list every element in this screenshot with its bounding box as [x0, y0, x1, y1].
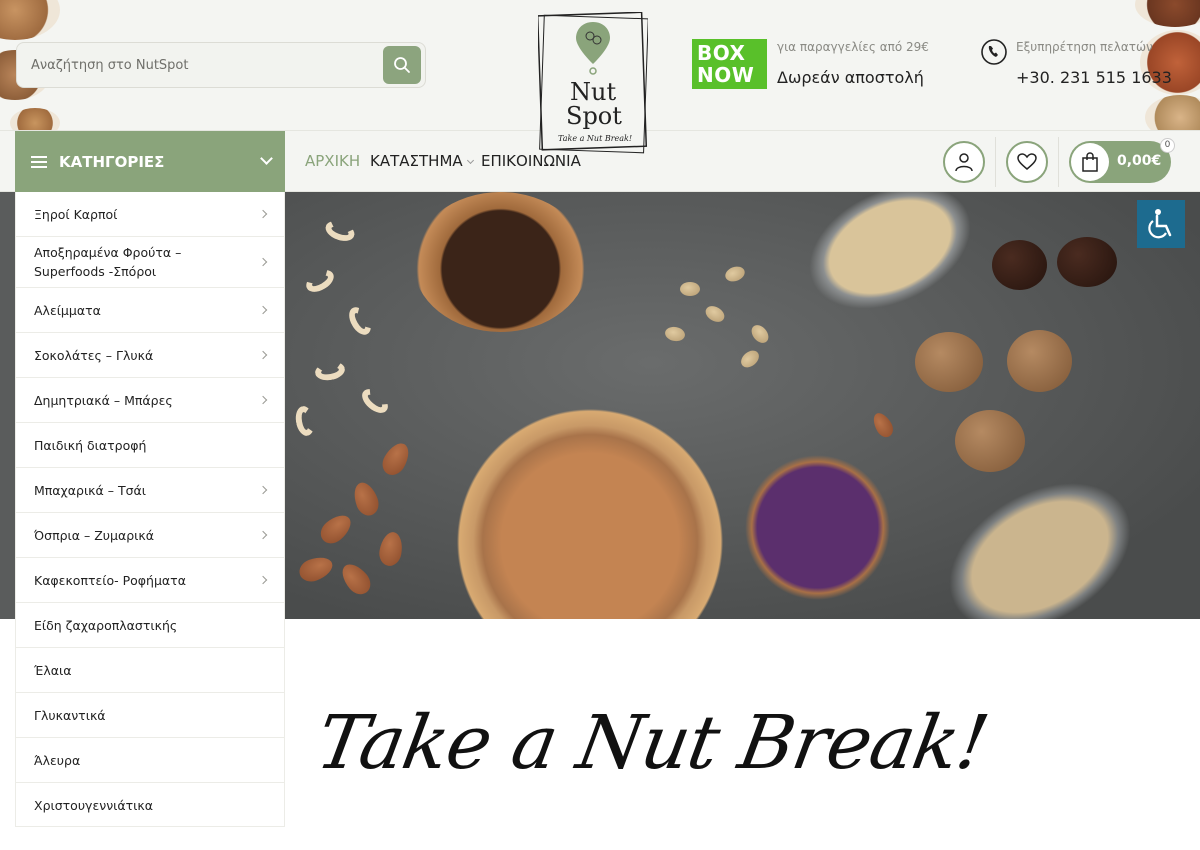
decor-nuts-right — [1135, 0, 1200, 27]
logo-tagline: Take a Nut Break! — [558, 134, 633, 143]
category-label: Αποξηραμένα Φρούτα – Superfoods -Σπόροι — [34, 245, 182, 279]
search-icon — [394, 57, 410, 73]
category-label: Αλείμματα — [34, 302, 101, 318]
decor-nuts-left — [0, 0, 60, 40]
category-label: Σοκολάτες – Γλυκά — [34, 347, 154, 363]
accessibility-button[interactable] — [1137, 200, 1185, 248]
support-phone[interactable]: +30. 231 515 1633 — [1016, 68, 1172, 87]
purple-nuts-bowl — [740, 450, 895, 605]
category-label: Είδη ζαχαροπλαστικής — [34, 617, 178, 633]
category-item[interactable]: Αλείμματα — [16, 288, 284, 333]
chevron-down-icon — [466, 156, 474, 165]
category-label: Δημητριακά – Μπάρες — [34, 392, 173, 408]
walnut — [955, 410, 1025, 472]
category-item[interactable]: Χριστουγεννιάτικα — [16, 783, 284, 828]
chocolate — [992, 240, 1047, 290]
cart-icon-wrap — [1071, 143, 1109, 181]
categories-label: ΚΑΤΗΓΟΡΙΕΣ — [59, 153, 165, 171]
chocolate — [1057, 237, 1117, 287]
category-item[interactable]: Γλυκαντικά — [16, 693, 284, 738]
category-item[interactable]: Όσπρια – Ζυμαρικά — [16, 513, 284, 558]
category-label: Καφεκοπτείο- Ροφήματα — [34, 572, 186, 588]
category-item[interactable]: Καφεκοπτείο- Ροφήματα — [16, 558, 284, 603]
category-item[interactable]: Παιδική διατροφή — [16, 423, 284, 468]
nav-shop-label: ΚΑΤΑΣΤΗΜΑ — [370, 152, 463, 170]
chevron-right-icon — [258, 395, 268, 405]
category-item[interactable]: Άλευρα — [16, 738, 284, 783]
boxnow-line2: NOW — [697, 63, 755, 87]
boxnow-logo: BOX NOW — [692, 39, 767, 89]
category-label: Παιδική διατροφή — [34, 437, 147, 453]
category-label: Όσπρια – Ζυμαρικά — [34, 527, 154, 543]
category-item[interactable]: Έλαια — [16, 648, 284, 693]
chevron-right-icon — [258, 575, 268, 585]
logo-line2: Spot — [566, 102, 622, 130]
walnut — [915, 332, 983, 392]
hero-left-strip — [0, 192, 16, 619]
category-item[interactable]: Μπαχαρικά – Τσάι — [16, 468, 284, 513]
accessibility-icon — [1148, 209, 1172, 239]
wishlist-button[interactable] — [1006, 141, 1048, 183]
shipping-note: για παραγγελίες από 29€ — [777, 40, 929, 54]
pistachio — [680, 282, 700, 296]
coffee-bowl — [413, 192, 588, 332]
shipping-title: Δωρεάν αποστολή — [777, 68, 924, 87]
category-item[interactable]: Δημητριακά – Μπάρες — [16, 378, 284, 423]
categories-toggle[interactable]: ΚΑΤΗΓΟΡΙΕΣ — [15, 131, 285, 193]
category-item[interactable]: Ξηροί Καρποί — [16, 192, 284, 237]
search-input[interactable] — [31, 43, 381, 87]
nav-home[interactable]: ΑΡΧΙΚΗ — [305, 152, 360, 170]
walnut — [1007, 330, 1072, 392]
category-label: Γλυκαντικά — [34, 707, 106, 723]
page: BOX NOW για παραγγελίες από 29€ Δωρεάν α… — [0, 0, 1200, 850]
nav-home-label: ΑΡΧΙΚΗ — [305, 152, 361, 170]
user-icon — [955, 153, 973, 172]
decor-nuts-right-3 — [1145, 95, 1200, 130]
chevron-right-icon — [258, 209, 268, 219]
chevron-right-icon — [258, 530, 268, 540]
hero-slogan: Take a Nut Break! — [298, 690, 994, 840]
nav-shop[interactable]: ΚΑΤΑΣΤΗΜΑ — [370, 152, 474, 170]
categories-menu: Ξηροί Καρποί Αποξηραμένα Φρούτα – Superf… — [15, 192, 285, 827]
hero-banner — [285, 192, 1200, 619]
category-label: Άλευρα — [34, 752, 81, 768]
category-item[interactable]: Αποξηραμένα Φρούτα – Superfoods -Σπόροι — [16, 237, 284, 288]
divider — [995, 137, 996, 187]
chevron-right-icon — [258, 305, 268, 315]
chevron-right-icon — [258, 485, 268, 495]
category-label: Ξηροί Καρποί — [34, 206, 118, 222]
category-label: Χριστουγεννιάτικα — [34, 798, 154, 813]
category-label: Μπαχαρικά – Τσάι — [34, 482, 147, 498]
search-box — [16, 42, 426, 88]
decor-nuts-left-3 — [10, 108, 60, 130]
account-button[interactable] — [943, 141, 985, 183]
hero-slogan-text: Take a Nut Break! — [310, 700, 995, 786]
cart-count-badge: 0 — [1160, 138, 1175, 153]
category-item[interactable]: Σοκολάτες – Γλυκά — [16, 333, 284, 378]
site-logo[interactable]: Nut Spot Take a Nut Break! — [536, 11, 649, 157]
phone-icon — [981, 39, 1007, 65]
menu-icon — [31, 153, 47, 171]
divider — [1058, 137, 1059, 187]
category-label: Έλαια — [34, 662, 72, 678]
heart-icon — [1017, 153, 1037, 170]
chevron-down-icon — [260, 152, 273, 165]
bag-icon — [1082, 152, 1098, 172]
chevron-right-icon — [258, 350, 268, 360]
cart-button[interactable]: 0,00€ — [1069, 141, 1171, 183]
support-note: Εξυπηρέτηση πελατών — [1016, 40, 1153, 54]
chevron-right-icon — [258, 257, 268, 267]
boxnow-line1: BOX — [697, 41, 746, 65]
search-button[interactable] — [383, 46, 421, 84]
category-item[interactable]: Είδη ζαχαροπλαστικής — [16, 603, 284, 648]
cart-total: 0,00€ — [1117, 153, 1162, 169]
